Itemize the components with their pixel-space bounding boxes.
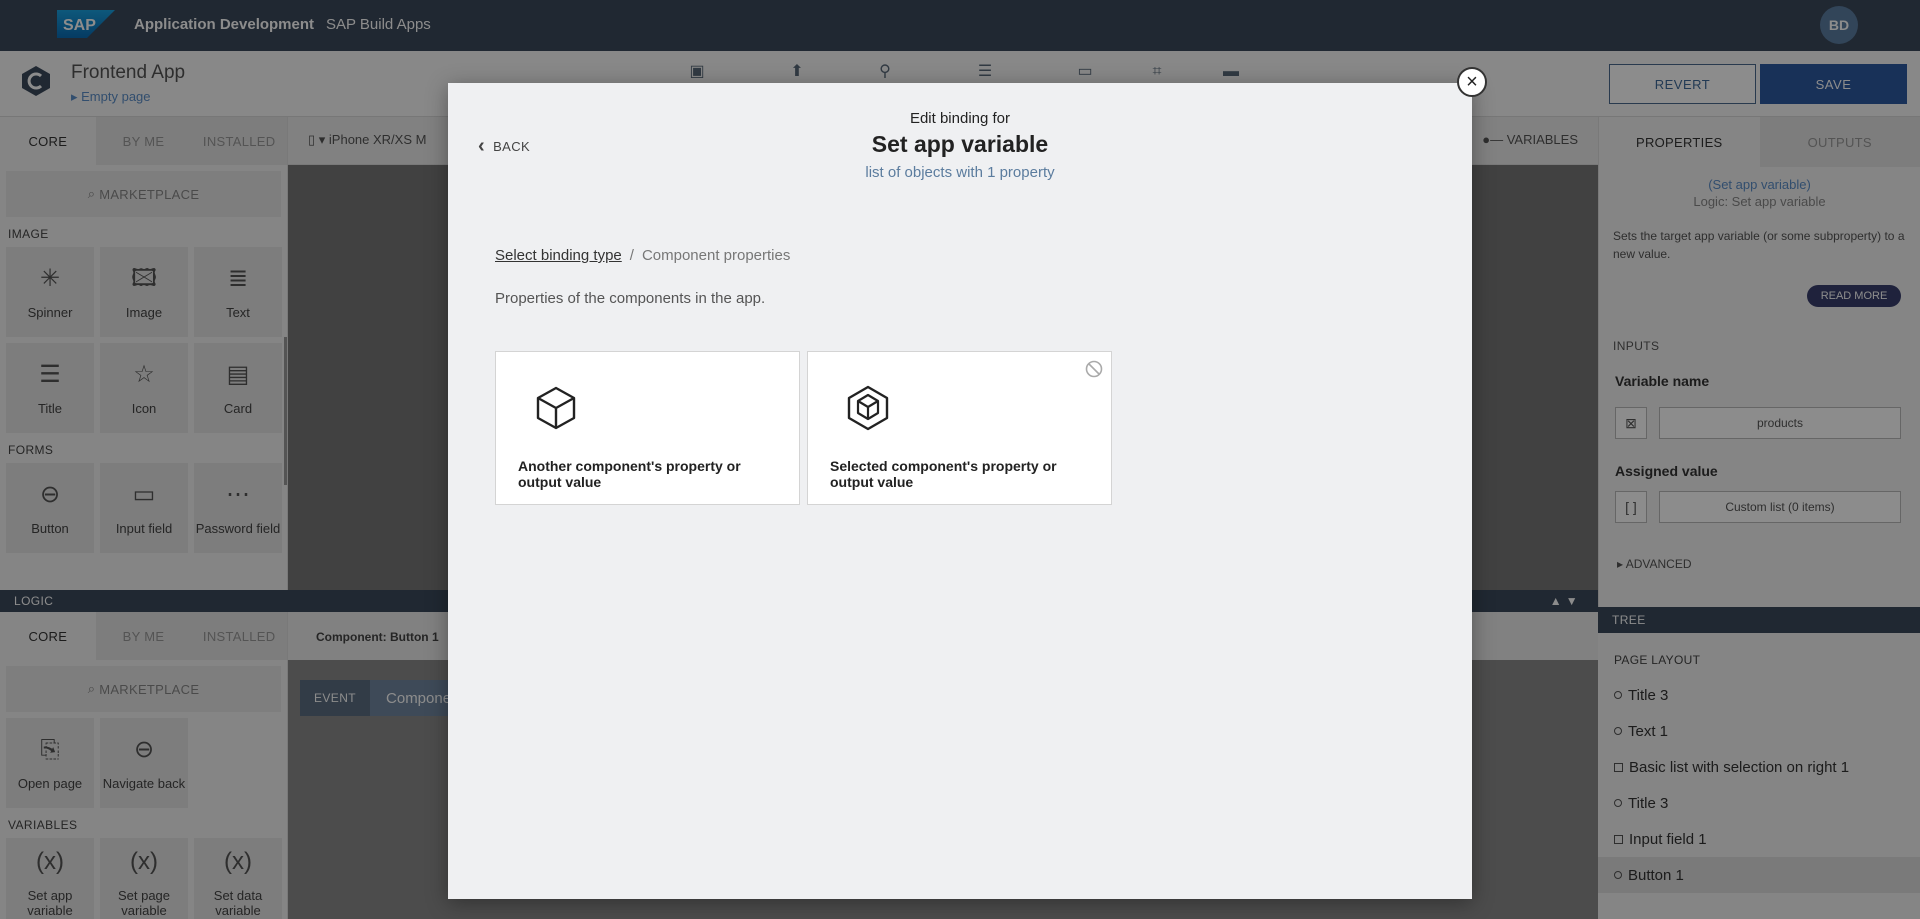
cube-icon: [536, 386, 576, 430]
binding-option-another-component[interactable]: Another component's property or output v…: [495, 351, 800, 505]
dialog-pre-title: Edit binding for: [909, 110, 1011, 127]
edit-binding-dialog: ‹ BACK Edit binding for Set app variable…: [448, 83, 1472, 899]
binding-option-label: Another component's property or output v…: [518, 458, 741, 490]
dialog-description: Properties of the components in the app.: [495, 290, 766, 307]
breadcrumb-separator: /: [629, 247, 634, 264]
dialog-title: Set app variable: [871, 131, 1049, 157]
cube-selected-icon: [847, 385, 889, 431]
breadcrumb: Select binding type / Component properties: [495, 247, 790, 264]
binding-option-selected-component[interactable]: Selected component's property or output …: [807, 351, 1112, 505]
breadcrumb-select-binding-type[interactable]: Select binding type: [495, 247, 622, 264]
close-icon: ×: [1466, 71, 1478, 93]
breadcrumb-current: Component properties: [641, 247, 791, 264]
disabled-icon: [1085, 360, 1103, 378]
binding-option-label: Selected component's property or output …: [830, 458, 1057, 490]
close-button[interactable]: ×: [1457, 67, 1487, 97]
dialog-subtitle: list of objects with 1 property: [865, 164, 1055, 181]
